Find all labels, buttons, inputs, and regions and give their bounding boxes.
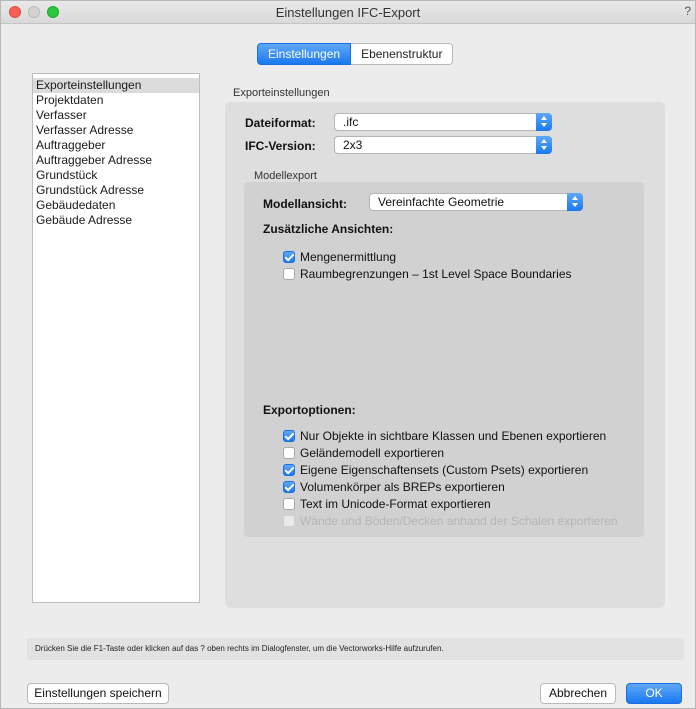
sidebar-item-verfasser-adresse[interactable]: Verfasser Adresse: [33, 123, 199, 138]
settings-category-list: Exporteinstellungen Projektdaten Verfass…: [32, 73, 200, 603]
option-unicode-text[interactable]: Text im Unicode-Format exportieren: [283, 497, 491, 513]
checkbox-unchecked-icon[interactable]: [283, 497, 295, 510]
cancel-button[interactable]: Abbrechen: [540, 683, 616, 704]
modellansicht-label: Modellansicht:: [263, 197, 348, 211]
title-bar: Einstellungen IFC-Export ?: [1, 1, 695, 24]
ifc-version-label: IFC-Version:: [245, 139, 316, 153]
sidebar-item-verfasser[interactable]: Verfasser: [33, 108, 199, 123]
checkbox-disabled-icon: [283, 514, 295, 527]
tab-ebenenstruktur[interactable]: Ebenenstruktur: [351, 43, 454, 65]
checkbox-label: Text im Unicode-Format exportieren: [300, 497, 491, 511]
window-title: Einstellungen IFC-Export: [275, 5, 421, 20]
help-hint-bar: Drücken Sie die F1-Taste oder klicken au…: [27, 638, 684, 660]
help-question-icon[interactable]: ?: [684, 4, 691, 18]
checkbox-label: Mengenermittlung: [300, 250, 397, 264]
sidebar-item-gebaeudedaten[interactable]: Gebäudedaten: [33, 198, 199, 213]
checkbox-label: Eigene Eigenschaftensets (Custom Psets) …: [300, 463, 589, 477]
checkbox-label: Raumbegrenzungen – 1st Level Space Bound…: [300, 267, 572, 281]
chevron-updown-icon: [536, 113, 552, 131]
sidebar-item-gebaeude-adresse[interactable]: Gebäude Adresse: [33, 213, 199, 228]
checkbox-checked-icon[interactable]: [283, 250, 295, 263]
option-sichtbare-klassen[interactable]: Nur Objekte in sichtbare Klassen und Ebe…: [283, 429, 606, 445]
chevron-updown-icon: [567, 193, 583, 211]
ifc-version-value: 2x3: [343, 138, 363, 152]
checkbox-label: Volumenkörper als BREPs exportieren: [300, 480, 505, 494]
dateiformat-value: .ifc: [343, 115, 359, 129]
option-custom-psets[interactable]: Eigene Eigenschaftensets (Custom Psets) …: [283, 463, 588, 479]
checkbox-label: Nur Objekte in sichtbare Klassen und Ebe…: [300, 429, 607, 443]
view-raumbegrenzungen[interactable]: Raumbegrenzungen – 1st Level Space Bound…: [283, 267, 572, 283]
checkbox-unchecked-icon[interactable]: [283, 446, 295, 459]
exportoptionen-label: Exportoptionen:: [263, 403, 356, 417]
ok-button[interactable]: OK: [626, 683, 682, 704]
checkbox-label: Wände und Böden/Decken anhand der Schale…: [300, 514, 618, 528]
option-gelaendemodell[interactable]: Geländemodell exportieren: [283, 446, 444, 462]
zusaetzliche-ansichten-label: Zusätzliche Ansichten:: [263, 222, 394, 236]
checkbox-checked-icon[interactable]: [283, 429, 295, 442]
chevron-updown-icon: [536, 136, 552, 154]
sidebar-item-grundstueck-adresse[interactable]: Grundstück Adresse: [33, 183, 199, 198]
dateiformat-label: Dateiformat:: [245, 116, 316, 130]
modellexport-group-title: Modellexport: [254, 170, 317, 182]
sidebar-item-exporteinstellungen[interactable]: Exporteinstellungen: [33, 78, 199, 93]
sidebar-item-auftraggeber[interactable]: Auftraggeber: [33, 138, 199, 153]
ifc-version-select[interactable]: 2x3: [334, 136, 552, 154]
dateiformat-select[interactable]: .ifc: [334, 113, 552, 131]
view-mengenermittlung[interactable]: Mengenermittlung: [283, 250, 396, 266]
sidebar-item-auftraggeber-adresse[interactable]: Auftraggeber Adresse: [33, 153, 199, 168]
save-settings-button[interactable]: Einstellungen speichern: [27, 683, 169, 704]
checkbox-checked-icon[interactable]: [283, 463, 295, 476]
tab-bar: Einstellungen Ebenenstruktur: [257, 43, 454, 65]
sidebar-item-projektdaten[interactable]: Projektdaten: [33, 93, 199, 108]
checkbox-checked-icon[interactable]: [283, 480, 295, 493]
checkbox-label: Geländemodell exportieren: [300, 446, 445, 460]
dialog-window: Einstellungen IFC-Export ? Einstellungen…: [0, 0, 696, 709]
checkbox-unchecked-icon[interactable]: [283, 267, 295, 280]
option-schalen-disabled: Wände und Böden/Decken anhand der Schale…: [283, 514, 618, 530]
export-settings-group-title: Exporteinstellungen: [233, 87, 330, 99]
sidebar-item-grundstueck[interactable]: Grundstück: [33, 168, 199, 183]
option-breps[interactable]: Volumenkörper als BREPs exportieren: [283, 480, 505, 496]
tab-einstellungen[interactable]: Einstellungen: [257, 43, 352, 65]
modellansicht-select[interactable]: Vereinfachte Geometrie: [369, 193, 583, 211]
modellansicht-value: Vereinfachte Geometrie: [378, 195, 505, 209]
